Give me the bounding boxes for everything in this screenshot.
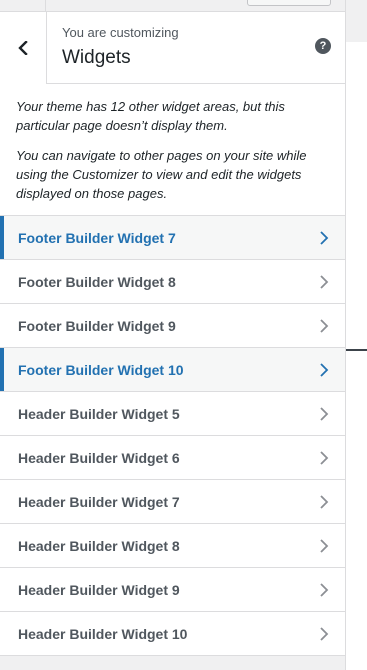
preview-divider — [346, 349, 367, 351]
chevron-right-icon — [320, 627, 329, 641]
widget-area-item[interactable]: Header Builder Widget 8 — [0, 524, 345, 568]
notice-text: You can navigate to other pages on your … — [16, 148, 307, 201]
chevron-right-icon — [320, 275, 329, 289]
widget-area-label: Header Builder Widget 6 — [18, 449, 180, 466]
widget-area-list: Footer Builder Widget 7 Footer Builder Wi… — [0, 216, 345, 656]
header-text: You are customizing Widgets — [62, 25, 179, 70]
widget-area-label: Header Builder Widget 10 — [18, 625, 188, 642]
top-strip — [0, 0, 345, 12]
widget-area-label: Footer Builder Widget 7 — [18, 229, 176, 246]
widget-area-label: Footer Builder Widget 10 — [18, 361, 184, 378]
help-icon[interactable]: ? — [315, 38, 331, 54]
widget-areas-notice: Your theme has 12 other widget areas, bu… — [0, 84, 345, 216]
widget-area-item[interactable]: Header Builder Widget 7 — [0, 480, 345, 524]
widget-area-label: Footer Builder Widget 8 — [18, 273, 176, 290]
widget-area-item[interactable]: Header Builder Widget 5 — [0, 392, 345, 436]
widget-area-label: Header Builder Widget 8 — [18, 537, 180, 554]
chevron-right-icon — [320, 583, 329, 597]
widget-area-item[interactable]: Header Builder Widget 6 — [0, 436, 345, 480]
widget-area-item[interactable]: Footer Builder Widget 8 — [0, 260, 345, 304]
chevron-right-icon — [320, 407, 329, 421]
close-area-fragment — [0, 0, 46, 12]
notice-text: Your theme has 12 other widget areas, bu… — [16, 99, 285, 133]
widget-area-item[interactable]: Header Builder Widget 9 — [0, 568, 345, 612]
publish-button-fragment[interactable] — [247, 0, 331, 6]
widget-area-item[interactable]: Footer Builder Widget 10 — [0, 348, 345, 392]
chevron-right-icon — [320, 495, 329, 509]
chevron-right-icon — [320, 539, 329, 553]
chevron-left-icon — [18, 41, 28, 55]
customizer-sidebar: You are customizing Widgets ? Your theme… — [0, 0, 346, 670]
back-button[interactable] — [0, 12, 47, 84]
site-preview-edge — [346, 0, 367, 670]
chevron-right-icon — [320, 231, 329, 245]
widget-area-item[interactable]: Header Builder Widget 10 — [0, 612, 345, 656]
customizer-screen: You are customizing Widgets ? Your theme… — [0, 0, 367, 670]
preview-header-band — [346, 0, 367, 42]
customizing-label: You are customizing — [62, 25, 179, 40]
chevron-right-icon — [320, 319, 329, 333]
widget-area-item[interactable]: Footer Builder Widget 9 — [0, 304, 345, 348]
section-header: You are customizing Widgets ? — [0, 12, 345, 84]
chevron-right-icon — [320, 363, 329, 377]
widget-area-item[interactable]: Footer Builder Widget 7 — [0, 216, 345, 260]
widget-area-label: Header Builder Widget 5 — [18, 405, 180, 422]
chevron-right-icon — [320, 451, 329, 465]
widget-area-label: Footer Builder Widget 9 — [18, 317, 176, 334]
widget-area-label: Header Builder Widget 9 — [18, 581, 180, 598]
widget-area-label: Header Builder Widget 7 — [18, 493, 180, 510]
page-title: Widgets — [62, 47, 131, 68]
